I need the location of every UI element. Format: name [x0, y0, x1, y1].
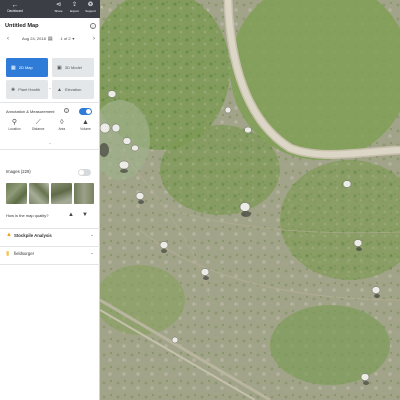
back-arrow-icon: ←	[11, 2, 19, 9]
chevron-down-icon: ⌄	[90, 232, 94, 237]
volume-icon: ▲	[82, 119, 89, 126]
tile-3d-model[interactable]: ▣ 3D Model	[52, 58, 94, 77]
pin-icon: ⚲	[11, 119, 18, 126]
annotation-header: Annotation & Measurement i	[6, 108, 94, 116]
top-toolbar: ← Dashboard ⊲ Share ⇪ Export ❂ Support	[0, 0, 100, 18]
support-button[interactable]: ❂ Support	[84, 2, 97, 16]
quality-feedback: How is the map quality? ▲ ▼	[6, 212, 94, 221]
divider	[0, 102, 100, 103]
thumbs-up-icon[interactable]: ▲	[68, 212, 74, 218]
calendar-icon[interactable]: ▤	[48, 36, 53, 42]
image-thumbnail[interactable]	[6, 183, 27, 204]
export-icon: ⇪	[71, 2, 78, 8]
previous-date-button[interactable]: ‹	[4, 36, 12, 42]
share-label: Share	[54, 9, 63, 13]
image-thumbnail[interactable]	[28, 183, 49, 204]
pager-label[interactable]: 1 of 2	[61, 36, 71, 41]
tool-label: Volume	[80, 127, 91, 131]
collapse-chevron-icon[interactable]: ⌃	[0, 142, 100, 147]
quality-label: How is the map quality?	[6, 213, 49, 218]
images-toggle[interactable]	[78, 169, 91, 176]
annotation-label: Annotation & Measurement	[6, 109, 55, 114]
tool-label: Area	[58, 127, 66, 131]
divider	[0, 264, 100, 265]
map-icon: ▦	[11, 64, 16, 71]
section-label: fieldsurger	[14, 251, 35, 256]
measurement-tools: ⚲ Location ⟋ Distance ◊ Area ▲ Volume	[4, 118, 96, 131]
date-navigator: ‹ Aug 24, 2018 ▤ 1 of 2 ▼ ›	[4, 34, 98, 43]
share-icon: ⊲	[55, 2, 62, 8]
tool-label: Distance	[31, 127, 45, 131]
tile-2d-map[interactable]: ▦ 2D Map	[6, 58, 48, 77]
image-thumbnail[interactable]	[51, 183, 72, 204]
cube-icon: ▣	[57, 64, 62, 71]
folder-icon: ▮	[6, 251, 10, 257]
stockpile-icon: ▲	[6, 232, 12, 238]
aerial-imagery[interactable]	[100, 0, 400, 400]
ruler-icon: ⟋	[35, 119, 41, 126]
next-date-button[interactable]: ›	[90, 36, 98, 42]
collapse-sidebar-chevron-icon[interactable]: ‹	[101, 5, 103, 11]
info-icon[interactable]: i	[90, 23, 96, 29]
export-button[interactable]: ⇪ Export	[68, 2, 81, 16]
map-view[interactable]: ‹	[100, 0, 400, 400]
chevron-down-icon[interactable]: ▼	[72, 37, 75, 41]
date-label[interactable]: Aug 24, 2018	[22, 36, 46, 41]
dashboard-label: Dashboard	[7, 9, 23, 13]
tool-area[interactable]: ◊ Area	[51, 118, 72, 131]
tool-volume[interactable]: ▲ Volume	[75, 118, 96, 131]
image-thumbnail[interactable]	[73, 183, 94, 204]
chevron-down-icon: ⌄	[90, 250, 94, 255]
section-stockpile-analysis[interactable]: ▲ Stockpile Analysis ⌄	[0, 228, 100, 242]
annotation-toggle[interactable]	[79, 108, 92, 115]
dashboard-back-button[interactable]: ← Dashboard	[4, 2, 26, 16]
thumbs-down-icon[interactable]: ▼	[82, 212, 88, 218]
support-icon: ❂	[87, 2, 94, 8]
section-fieldsurger[interactable]: ▮ fieldsurger ⌄	[0, 246, 100, 260]
tool-label: Location	[8, 127, 21, 131]
tool-distance[interactable]: ⟋ Distance	[28, 118, 49, 131]
map-title[interactable]: Untitled Map	[5, 23, 39, 29]
images-header: Images (229)	[6, 169, 94, 177]
info-icon[interactable]: i	[64, 108, 69, 113]
divider	[0, 149, 100, 150]
tool-location[interactable]: ⚲ Location	[4, 118, 25, 131]
tile-label: 3D Model	[64, 65, 82, 70]
sidebar-panel: Untitled Map i ‹ Aug 24, 2018 ▤ 1 of 2 ▼…	[0, 18, 100, 400]
view-mode-tiles: ▦ 2D Map ▣ 3D Model ❀ Plant Health ▲ Ele…	[6, 58, 94, 99]
polygon-icon: ◊	[60, 119, 64, 126]
image-thumbnails	[6, 183, 94, 204]
export-label: Export	[70, 9, 79, 13]
images-label: Images (229)	[6, 169, 31, 174]
section-label: Stockpile Analysis	[14, 233, 52, 238]
tile-label: 2D Map	[18, 65, 33, 70]
collapse-chevron-icon[interactable]: ⌃	[0, 87, 100, 92]
support-label: Support	[85, 9, 96, 13]
share-button[interactable]: ⊲ Share	[52, 2, 65, 16]
